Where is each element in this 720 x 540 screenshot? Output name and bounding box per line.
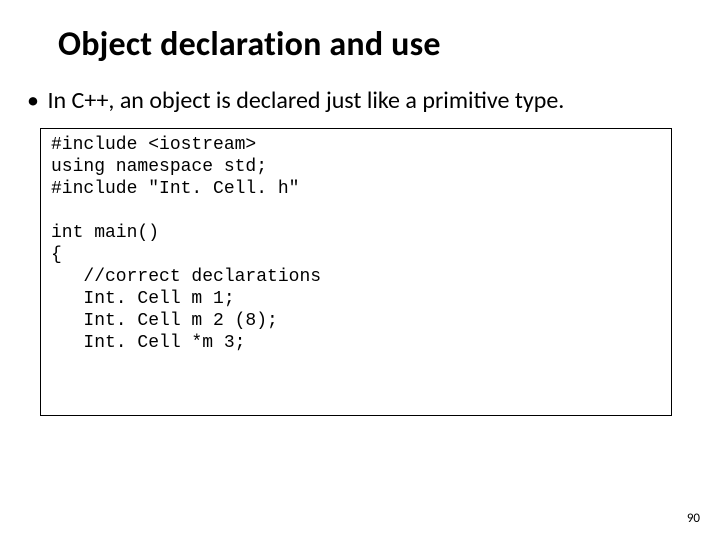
code-line: //correct declarations	[51, 267, 321, 287]
code-line: Int. Cell m 1;	[51, 289, 235, 309]
code-line: Int. Cell m 2 (8);	[51, 311, 278, 331]
code-block: #include <iostream> using namespace std;…	[40, 128, 672, 416]
code-line: int main()	[51, 223, 159, 243]
code-line: using namespace std;	[51, 157, 267, 177]
bullet-item: • In C++, an object is declared just lik…	[24, 86, 696, 115]
code-line: Int. Cell *m 3;	[51, 333, 245, 353]
code-line: {	[51, 245, 62, 265]
code-line: #include <iostream>	[51, 135, 256, 155]
bullet-text: In C++, an object is declared just like …	[47, 86, 564, 115]
page-number: 90	[687, 511, 700, 526]
bullet-marker: •	[24, 86, 42, 115]
slide: Object declaration and use • In C++, an …	[0, 0, 720, 540]
code-line: #include "Int. Cell. h"	[51, 179, 299, 199]
slide-title: Object declaration and use	[58, 24, 441, 65]
